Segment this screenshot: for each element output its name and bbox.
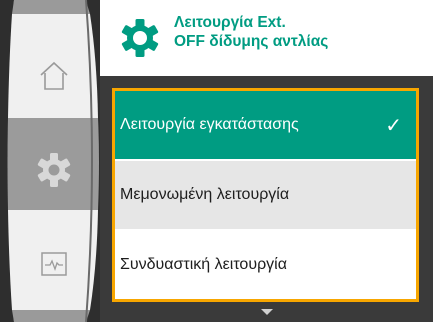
option-combined-mode[interactable]: Συνδυαστική λειτουργία	[115, 231, 416, 299]
rail-settings-button[interactable]	[26, 142, 82, 198]
option-label: Λειτουργία εγκατάστασης	[120, 116, 299, 133]
rail-monitor-button[interactable]	[26, 236, 82, 292]
gear-icon	[37, 153, 71, 187]
option-label: Μεμονωμένη λειτουργία	[120, 186, 290, 203]
option-single-mode[interactable]: Μεμονωμένη λειτουργία	[115, 161, 416, 229]
monitor-pulse-icon	[41, 252, 67, 276]
checkmark-icon: ✓	[385, 115, 402, 137]
option-list: Λειτουργία εγκατάστασης ✓ Μεμονωμένη λει…	[112, 88, 419, 302]
screen-header: Λειτουργία Ext. OFF δίδυμης αντλίας	[100, 0, 433, 76]
page-title-line2: OFF δίδυμης αντλίας	[174, 33, 329, 50]
option-system-mode[interactable]: Λειτουργία εγκατάστασης ✓	[115, 91, 416, 159]
rail-home-button[interactable]	[26, 48, 82, 104]
home-icon	[40, 61, 68, 90]
page-title: Λειτουργία Ext. OFF δίδυμης αντλίας	[174, 13, 424, 51]
gear-icon	[121, 19, 159, 57]
chevron-down-icon	[261, 309, 273, 315]
option-label: Συνδυαστική λειτουργία	[120, 256, 287, 273]
side-rail	[0, 0, 100, 322]
page-title-line1: Λειτουργία Ext.	[174, 14, 286, 31]
